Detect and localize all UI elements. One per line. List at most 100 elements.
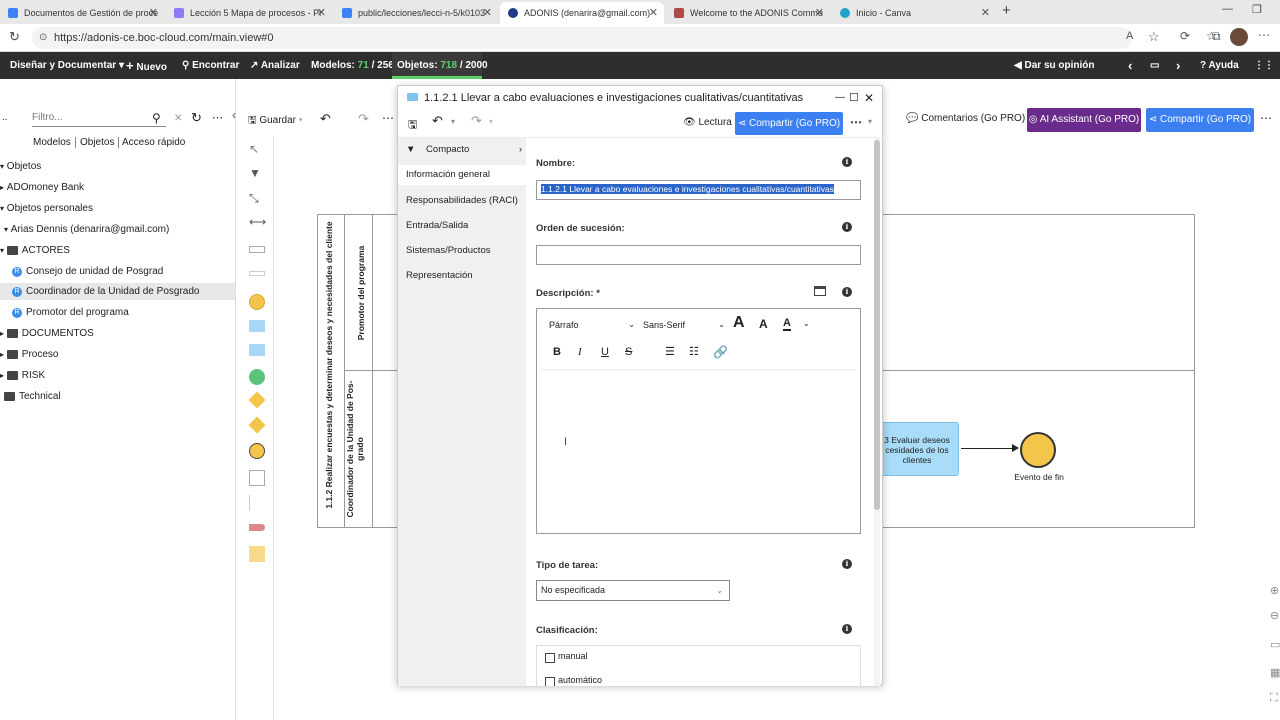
pointer-tool-icon[interactable]: ↖ [249,142,265,158]
close-tab-icon[interactable]: ✕ [815,6,824,19]
disenar-menu[interactable]: Diseñar y Documentar ▾ [10,52,124,79]
minimap-icon[interactable]: ▦ [1270,666,1280,679]
info-icon[interactable]: i [842,157,852,167]
fit-view-icon[interactable]: ▭ [1270,638,1280,651]
decrease-font-icon[interactable]: A [759,317,768,331]
info-icon[interactable]: i [842,624,852,634]
read-aloud-icon[interactable]: A [1126,30,1133,42]
nombre-field[interactable]: 1.1.2.1 Llevar a cabo evaluaciones e inv… [536,180,861,200]
zoom-out-icon[interactable]: ⊖ [1270,609,1279,622]
annotation-shape-icon[interactable] [249,470,265,486]
lectura-toggle[interactable]: 👁 Lectura [683,117,732,128]
comments-button[interactable]: 💬 Comentarios (Go PRO) [906,113,1025,124]
save-icon[interactable]: 🖫 [408,116,417,135]
window-icon[interactable]: ▭ [1150,52,1159,79]
paragraph-select[interactable]: Párrafo ⌄ [549,320,635,330]
panel-menu-icon[interactable]: .. [2,112,8,123]
subprocess-shape-icon[interactable] [249,344,265,356]
browser-tab[interactable]: Documentos de Gestión de proce ✕ [0,2,164,24]
nav-informacion-general[interactable]: Información general [398,165,526,185]
zoom-in-icon[interactable]: ⊕ [1270,584,1279,597]
lane-shape-icon[interactable] [249,271,265,276]
sequence-flow-arrow[interactable] [961,448,1017,449]
tree-folder[interactable]: ▾ ACTORES [0,245,70,256]
close-tab-icon[interactable]: ✕ [317,6,326,19]
chevron-down-icon[interactable]: ⌄ [803,319,810,328]
task-shape-icon[interactable] [249,320,265,332]
compacto-toggle[interactable]: ▼ Compacto › [406,144,522,155]
extensions-icon[interactable]: ⟳ [1180,29,1190,43]
nav-sistemas-productos[interactable]: Sistemas/Productos [406,245,490,256]
more-icon[interactable]: ⋯ [1260,111,1272,125]
gateway-shape-icon[interactable] [248,391,266,409]
close-tab-icon[interactable]: ✕ [483,6,492,19]
tree-item[interactable]: ▾ Arias Dennis (denarira@gmail.com) [4,224,169,235]
search-icon[interactable]: ⚲ [152,111,161,125]
chevron-down-icon[interactable]: ▾ [489,117,493,126]
browser-menu-icon[interactable]: ⋯ [1258,28,1270,42]
tree-folder[interactable]: ▸ RISK [0,370,45,381]
fullscreen-icon[interactable]: ⛶ [1270,692,1278,705]
prev-icon[interactable]: ‹ [1128,52,1132,79]
browser-tab[interactable]: Lección 5 Mapa de procesos - Pr ✕ [166,2,332,24]
tree-folder[interactable]: ▸ Proceso [0,349,58,360]
scrollbar-thumb[interactable] [874,140,880,510]
tree-item[interactable]: ▸ ADOmoney Bank [0,182,84,193]
redo-icon[interactable]: ↷ [358,111,369,127]
browser-tab[interactable]: Welcome to the ADONIS Commu ✕ [666,2,830,24]
pool-shape-icon[interactable] [249,246,265,253]
undo-icon[interactable]: ↶ [320,111,331,127]
task-shape[interactable]: 3 Evaluar deseos cesidades de los client… [875,422,959,476]
tree-role[interactable]: R Promotor del programa [12,307,129,318]
ayuda-button[interactable]: ? Ayuda [1200,52,1239,79]
share-button[interactable]: ⋖ Compartir (Go PRO) [735,112,843,135]
dialog-scrollbar[interactable] [874,138,880,686]
connector-tool-icon[interactable]: ⤡ [249,191,265,207]
next-icon[interactable]: › [1176,52,1180,79]
nuevo-button[interactable]: + Nuevo [126,52,167,79]
save-button[interactable]: 🖫 Guardar ▾ [248,113,302,130]
end-event-shape[interactable] [1020,432,1056,468]
bold-icon[interactable]: B [553,346,561,358]
filter-input[interactable]: Filtro... [32,109,166,127]
chevron-down-icon[interactable]: ▾ [868,117,872,126]
tree-role[interactable]: R Consejo de unidad de Posgrad [12,266,163,277]
avatar[interactable] [1230,28,1248,46]
more-icon[interactable]: ⋯ [212,111,223,124]
browser-tab[interactable]: Inicio - Canva ✕ [832,2,996,24]
bullet-list-icon[interactable]: ☰ [665,345,675,358]
info-icon[interactable]: i [842,559,852,569]
text-shape-icon[interactable] [249,495,255,511]
info-icon[interactable]: i [842,287,852,297]
share-button[interactable]: ⋖ Compartir (Go PRO) [1146,108,1254,132]
link-icon[interactable]: 🔗 [713,345,728,359]
font-select[interactable]: Sans-Serif ⌄ [643,320,725,330]
restore-window-icon[interactable]: ❐ [1252,3,1262,16]
analizar-button[interactable]: ↗ Analizar [250,52,300,79]
undo-icon[interactable]: ↶ [432,113,443,129]
nav-responsabilidades[interactable]: Responsabilidades (RACI) [406,195,518,206]
clear-filter-icon[interactable]: ✕ [174,113,182,124]
redo-icon[interactable]: ↷ [471,113,482,129]
close-tab-icon[interactable]: ✕ [149,6,158,19]
editor-toggle-icon[interactable] [814,286,826,296]
message-event-icon[interactable] [249,369,265,385]
close-dialog-icon[interactable]: ✕ [864,86,874,110]
tree-item[interactable]: ▾ Objetos personales [0,203,93,214]
increase-font-icon[interactable]: A [733,314,745,332]
collections-icon[interactable]: ⧉ [1212,29,1221,44]
ai-assistant-button[interactable]: ◎ AI Assistant (Go PRO) [1027,108,1141,132]
tree-role-selected[interactable]: R Coordinador de la Unidad de Posgrado [0,283,235,300]
favorite-star-icon[interactable]: ☆ [1148,29,1160,45]
orden-field[interactable] [536,245,861,265]
filter-tool-icon[interactable]: ▼ [249,166,265,182]
automatico-checkbox[interactable] [545,677,555,686]
url-field[interactable]: ⊙ https://adonis-ce.boc-cloud.com/main.v… [32,27,1132,49]
more-icon[interactable]: ⋯ [382,111,394,125]
chevron-down-icon[interactable]: ▾ [451,117,455,126]
browser-tab-active[interactable]: ADONIS (denarira@gmail.com) ✕ [500,2,664,24]
spacing-tool-icon[interactable]: ⟷ [249,215,266,231]
minimize-dialog-icon[interactable]: — [835,86,845,110]
tab-acceso-rapido[interactable]: Acceso rápido [122,137,185,148]
maximize-dialog-icon[interactable]: ☐ [849,86,859,110]
